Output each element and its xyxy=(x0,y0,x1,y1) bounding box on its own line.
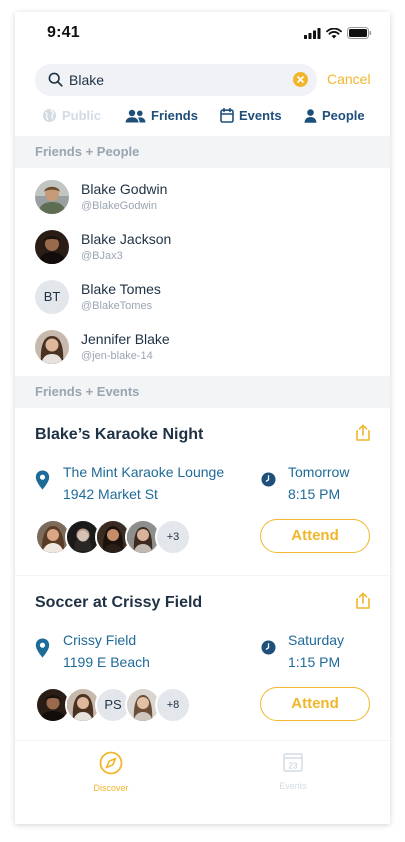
section-header-people: Friends + People xyxy=(15,136,390,168)
event-datetime: Tomorrow 8:15 PM xyxy=(288,461,349,505)
tab-people-label: People xyxy=(322,108,365,123)
cancel-button[interactable]: Cancel xyxy=(327,71,371,87)
list-item-person[interactable]: Blake Godwin @BlakeGodwin xyxy=(15,180,390,230)
person-handle: @jen-blake-14 xyxy=(81,350,153,362)
tab-events-label: Events xyxy=(239,108,282,123)
share-icon[interactable] xyxy=(355,424,371,441)
person-name: Blake Godwin xyxy=(81,181,168,197)
list-item-person[interactable]: Blake Jackson @BJax3 xyxy=(15,230,390,280)
event-address: 1942 Market St xyxy=(63,486,158,502)
clock-icon xyxy=(261,472,276,487)
event-day: Saturday xyxy=(288,632,345,648)
battery-icon xyxy=(347,27,372,39)
calendar-icon xyxy=(220,108,234,123)
bottom-nav: Discover 23 Events xyxy=(15,740,390,824)
event-location[interactable]: Crissy Field 1199 E Beach xyxy=(63,629,150,673)
attend-button[interactable]: Attend xyxy=(260,519,370,553)
status-icons xyxy=(304,27,372,39)
avatar-initials: BT xyxy=(35,280,69,314)
person-handle: @BlakeTomes xyxy=(81,300,153,312)
attend-button[interactable]: Attend xyxy=(260,687,370,721)
person-name: Blake Tomes xyxy=(81,281,161,297)
event-card[interactable]: Soccer at Crissy Field Crissy Field 1199… xyxy=(15,576,390,740)
event-title: Blake’s Karaoke Night xyxy=(35,426,204,443)
section-header-events: Friends + Events xyxy=(15,376,390,408)
filter-tabs: Public Friends Events People xyxy=(15,104,390,130)
more-attendees-badge[interactable]: +3 xyxy=(155,519,191,555)
tab-people[interactable]: People xyxy=(304,108,365,123)
share-icon[interactable] xyxy=(355,592,371,609)
tab-public[interactable]: Public xyxy=(42,108,101,123)
event-card[interactable]: Blake’s Karaoke Night The Mint Karaoke L… xyxy=(15,408,390,572)
event-venue: The Mint Karaoke Lounge xyxy=(63,464,225,480)
event-day: Tomorrow xyxy=(288,464,350,480)
status-time: 9:41 xyxy=(47,24,80,41)
person-name: Jennifer Blake xyxy=(81,331,170,347)
event-location[interactable]: The Mint Karaoke Lounge 1942 Market St xyxy=(63,461,224,505)
tab-friends-label: Friends xyxy=(151,108,198,123)
list-item-person[interactable]: BT Blake Tomes @BlakeTomes xyxy=(15,280,390,330)
avatar xyxy=(35,230,69,264)
location-pin-icon xyxy=(35,470,50,490)
search-input[interactable] xyxy=(69,64,284,96)
avatar xyxy=(35,330,69,364)
event-time: 8:15 PM xyxy=(288,486,341,502)
nav-label-discover: Discover xyxy=(93,783,129,793)
calendar-icon: 23 xyxy=(283,753,303,772)
person-icon xyxy=(304,108,317,123)
globe-icon xyxy=(43,109,56,122)
person-handle: @BJax3 xyxy=(81,250,123,262)
signal-icon xyxy=(304,27,321,39)
tab-friends[interactable]: Friends xyxy=(125,108,198,123)
nav-item-discover[interactable]: Discover xyxy=(71,751,151,793)
event-time: 1:15 PM xyxy=(288,654,341,670)
avatar xyxy=(35,180,69,214)
phone-screen: 9:41 Blake Cancel Public Friends Events … xyxy=(15,12,390,824)
nav-label-events: Events xyxy=(279,781,307,791)
event-venue: Crissy Field xyxy=(63,632,137,648)
location-pin-icon xyxy=(35,638,50,658)
nav-item-events[interactable]: 23 Events xyxy=(253,751,333,791)
search-row: Cancel xyxy=(35,64,375,96)
tab-events[interactable]: Events xyxy=(220,108,282,123)
friends-icon xyxy=(125,109,146,122)
calendar-day-number: 23 xyxy=(289,762,298,771)
more-attendees-badge[interactable]: +8 xyxy=(155,687,191,723)
list-item-person[interactable]: Jennifer Blake @jen-blake-14 xyxy=(15,330,390,380)
search-box[interactable] xyxy=(35,64,317,96)
clear-search-icon[interactable] xyxy=(293,72,308,87)
event-title: Soccer at Crissy Field xyxy=(35,594,203,611)
tab-public-label: Public xyxy=(62,108,102,123)
clock-icon xyxy=(261,640,276,655)
person-handle: @BlakeGodwin xyxy=(81,200,157,212)
compass-icon xyxy=(99,751,123,775)
search-icon xyxy=(48,72,63,87)
wifi-icon xyxy=(326,27,342,38)
event-address: 1199 E Beach xyxy=(63,654,150,670)
person-name: Blake Jackson xyxy=(81,231,172,247)
event-datetime: Saturday 1:15 PM xyxy=(288,629,344,673)
status-bar: 9:41 xyxy=(15,12,390,56)
